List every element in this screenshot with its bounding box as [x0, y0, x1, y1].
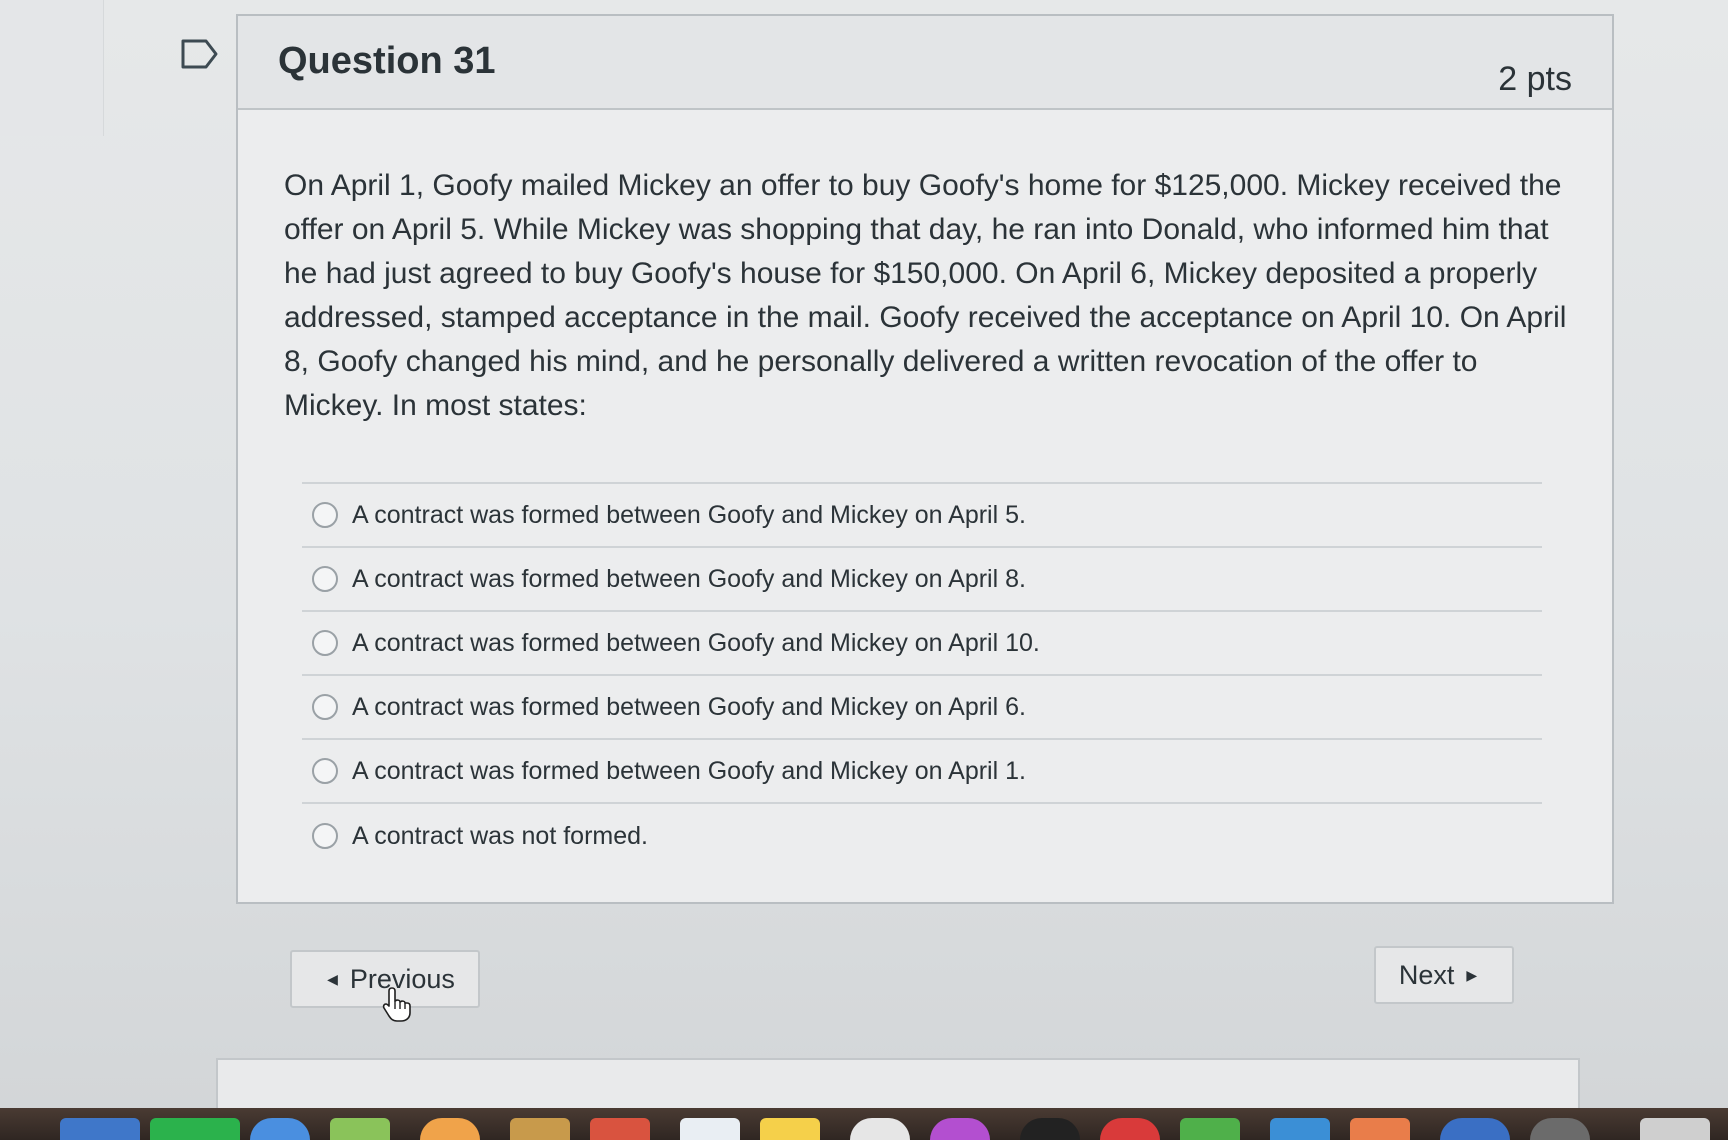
caret-left-icon: ◀ [327, 970, 338, 987]
dock-app-icon[interactable] [1530, 1118, 1590, 1140]
next-label: Next [1398, 959, 1455, 990]
answer-label: A contract was formed between Goofy and … [352, 692, 1026, 721]
hand-pointer-icon [382, 987, 411, 1022]
dock-app-icon[interactable] [850, 1118, 910, 1140]
radio-button[interactable] [312, 566, 338, 592]
dock-app-icon[interactable] [590, 1118, 650, 1140]
dock-app-icon[interactable] [420, 1118, 480, 1140]
question-card: Question 31 2 pts On April 1, Goofy mail… [236, 14, 1614, 904]
answer-label: A contract was formed between Goofy and … [352, 564, 1026, 593]
dock-app-icon[interactable] [60, 1118, 140, 1140]
question-points: 2 pts [1498, 60, 1572, 98]
answer-label: A contract was not formed. [352, 821, 648, 850]
dock-app-icon[interactable] [510, 1118, 570, 1140]
dock-app-icon[interactable] [250, 1118, 310, 1140]
radio-button[interactable] [312, 823, 338, 849]
answer-label: A contract was formed between Goofy and … [352, 756, 1026, 785]
dock-app-icon[interactable] [1100, 1118, 1160, 1140]
radio-button[interactable] [312, 502, 338, 528]
dock-app-icon[interactable] [1180, 1118, 1240, 1140]
flag-icon[interactable] [180, 38, 220, 70]
browser-viewport: Question 31 2 pts On April 1, Goofy mail… [0, 0, 1728, 1118]
answer-option[interactable]: A contract was formed between Goofy and … [302, 676, 1542, 740]
next-button[interactable]: Next ▶ [1374, 946, 1514, 1004]
dock-app-icon[interactable] [1640, 1118, 1710, 1140]
question-header: Question 31 2 pts [238, 16, 1612, 110]
radio-button[interactable] [312, 758, 338, 784]
dock-app-icon[interactable] [760, 1118, 820, 1140]
dock-app-icon[interactable] [1440, 1118, 1510, 1140]
left-sidebar-edge [0, 0, 104, 136]
answer-option[interactable]: A contract was formed between Goofy and … [302, 548, 1542, 612]
dock-app-icon[interactable] [680, 1118, 740, 1140]
dock-app-icon[interactable] [1270, 1118, 1330, 1140]
question-text: On April 1, Goofy mailed Mickey an offer… [284, 169, 1567, 422]
dock-app-icon[interactable] [330, 1118, 390, 1140]
answer-label: A contract was formed between Goofy and … [352, 500, 1026, 529]
answer-option[interactable]: A contract was formed between Goofy and … [302, 740, 1542, 804]
caret-right-icon: ▶ [1466, 966, 1478, 983]
radio-button[interactable] [312, 630, 338, 656]
dock-app-icon[interactable] [150, 1118, 240, 1140]
dock-app-icon[interactable] [930, 1118, 990, 1140]
answer-label: A contract was formed between Goofy and … [352, 628, 1040, 657]
radio-button[interactable] [312, 694, 338, 720]
dock-app-icon[interactable] [1350, 1118, 1410, 1140]
question-title: Question 31 [278, 40, 496, 82]
dock-app-icon[interactable] [1020, 1118, 1080, 1140]
answer-list: A contract was formed between Goofy and … [302, 482, 1542, 868]
answer-option[interactable]: A contract was formed between Goofy and … [302, 484, 1542, 548]
answer-option[interactable]: A contract was formed between Goofy and … [302, 612, 1542, 676]
answer-option[interactable]: A contract was not formed. [302, 804, 1542, 868]
